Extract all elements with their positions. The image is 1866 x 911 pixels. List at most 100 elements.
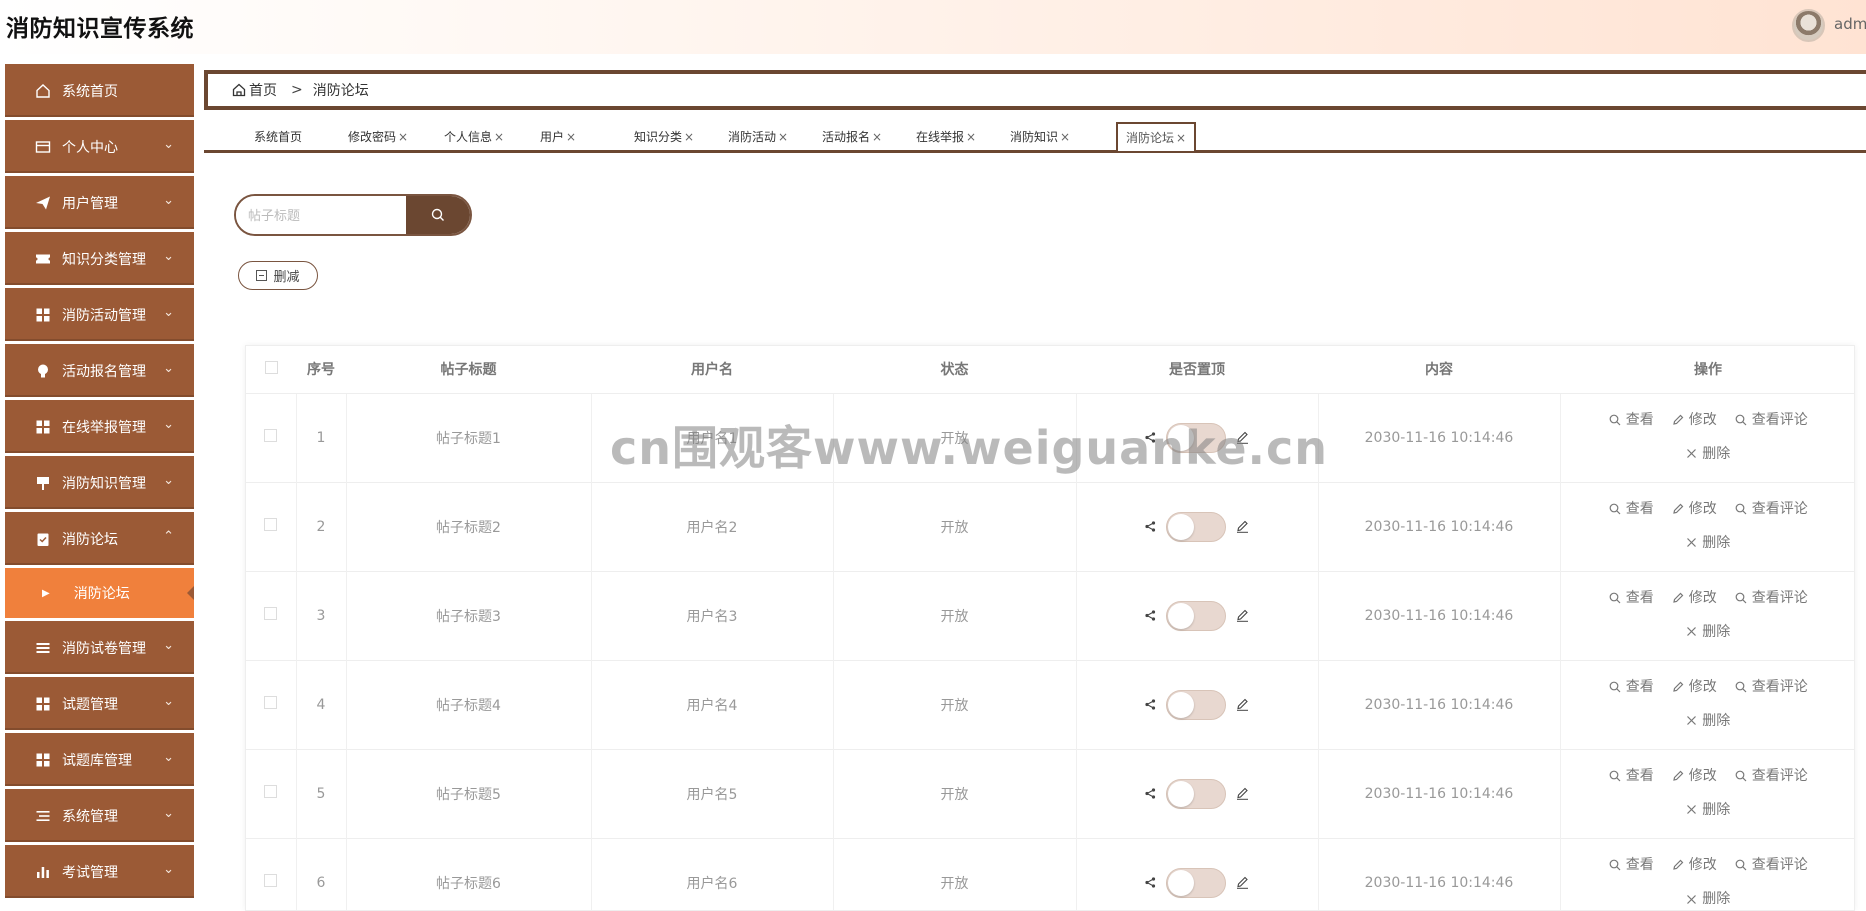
share-icon[interactable]: [1145, 877, 1156, 888]
delete-button[interactable]: 删除: [1686, 794, 1730, 826]
view-button[interactable]: 查看: [1609, 582, 1654, 614]
tab-3[interactable]: 用户 ×: [540, 122, 576, 151]
tab-4[interactable]: 知识分类 ×: [634, 122, 694, 151]
delete-button[interactable]: 删除: [1686, 883, 1730, 910]
sidebar-item-9[interactable]: 消防试卷管理 ⌄: [5, 621, 194, 674]
search-icon: [1609, 592, 1621, 604]
sidebar-item-12[interactable]: 系统管理 ⌄: [5, 789, 194, 842]
edit-icon[interactable]: [1236, 431, 1249, 444]
tab-8[interactable]: 消防知识 ×: [1010, 122, 1070, 151]
edit-button[interactable]: 修改: [1672, 760, 1717, 792]
tab-2[interactable]: 个人信息 ×: [444, 122, 504, 151]
username-label[interactable]: adm: [1834, 15, 1866, 33]
share-icon[interactable]: [1145, 432, 1156, 443]
edit-icon: [1672, 592, 1684, 603]
view-button[interactable]: 查看: [1609, 493, 1654, 525]
cell-title: 帖子标题4: [345, 659, 591, 749]
close-icon[interactable]: ×: [398, 130, 408, 144]
pinned-toggle[interactable]: [1166, 600, 1226, 631]
sidebar-item-8[interactable]: 消防论坛 ⌃: [5, 512, 194, 565]
cell-pinned: [1075, 748, 1318, 838]
view-button[interactable]: 查看: [1609, 671, 1654, 703]
view-comments-button[interactable]: 查看评论: [1735, 849, 1808, 881]
sidebar-item-2[interactable]: 用户管理 ⌄: [5, 176, 194, 229]
edit-button[interactable]: 修改: [1672, 404, 1717, 436]
row-checkbox[interactable]: [264, 518, 278, 531]
sidebar-item-1[interactable]: 个人中心 ⌄: [5, 120, 194, 173]
pinned-toggle[interactable]: [1166, 511, 1226, 542]
batch-delete-button[interactable]: 删减: [238, 261, 318, 290]
edit-button[interactable]: 修改: [1672, 582, 1717, 614]
pinned-toggle[interactable]: [1166, 422, 1226, 453]
sidebar-item-4[interactable]: 消防活动管理 ⌄: [5, 288, 194, 341]
list-icon: [34, 639, 52, 657]
cell-status: 开放: [832, 659, 1076, 749]
close-icon[interactable]: ×: [566, 130, 576, 144]
row-checkbox[interactable]: [264, 785, 278, 798]
row-checkbox[interactable]: [264, 429, 278, 442]
sidebar-item-3[interactable]: 知识分类管理 ⌄: [5, 232, 194, 285]
pinned-toggle[interactable]: [1166, 867, 1226, 898]
delete-button[interactable]: 删除: [1686, 527, 1730, 559]
edit-button[interactable]: 修改: [1672, 493, 1717, 525]
tab-9[interactable]: 消防论坛 ×: [1116, 122, 1197, 151]
view-comments-button[interactable]: 查看评论: [1735, 404, 1808, 436]
row-checkbox[interactable]: [264, 874, 278, 888]
sidebar-item-5[interactable]: 活动报名管理 ⌄: [5, 344, 194, 397]
edit-icon[interactable]: [1236, 698, 1249, 711]
edit-icon[interactable]: [1236, 520, 1249, 533]
edit-button[interactable]: 修改: [1672, 849, 1717, 881]
share-icon[interactable]: [1145, 788, 1156, 799]
search-input[interactable]: [236, 196, 406, 234]
tab-0[interactable]: 系统首页: [254, 122, 302, 151]
delete-button[interactable]: 删除: [1686, 438, 1730, 470]
edit-label: 修改: [1688, 411, 1717, 428]
close-icon[interactable]: ×: [966, 130, 976, 144]
view-button[interactable]: 查看: [1609, 404, 1654, 436]
share-icon[interactable]: [1145, 521, 1156, 532]
pinned-toggle[interactable]: [1166, 778, 1226, 809]
edit-label: 修改: [1688, 500, 1717, 517]
delete-button[interactable]: 删除: [1686, 705, 1730, 737]
delete-button[interactable]: 删除: [1686, 616, 1730, 648]
close-icon[interactable]: ×: [1060, 130, 1070, 144]
close-icon[interactable]: ×: [684, 130, 694, 144]
edit-button[interactable]: 修改: [1672, 671, 1717, 703]
tab-7[interactable]: 在线举报 ×: [916, 122, 976, 151]
sidebar-item-7[interactable]: 消防知识管理 ⌄: [5, 456, 194, 509]
table-header-row: 序号 帖子标题 用户名 状态 是否置顶 内容 操作: [246, 346, 1854, 393]
row-checkbox[interactable]: [264, 696, 278, 709]
row-checkbox[interactable]: [264, 607, 278, 620]
tab-6[interactable]: 活动报名 ×: [822, 122, 882, 151]
edit-icon[interactable]: [1236, 876, 1249, 890]
view-comments-button[interactable]: 查看评论: [1735, 582, 1808, 614]
edit-label: 修改: [1688, 857, 1717, 873]
tab-1[interactable]: 修改密码 ×: [348, 122, 408, 151]
cell-pinned: [1075, 392, 1318, 482]
sidebar-item-6[interactable]: 在线举报管理 ⌄: [5, 400, 194, 453]
close-icon[interactable]: ×: [1176, 131, 1186, 145]
view-button[interactable]: 查看: [1609, 760, 1654, 792]
sidebar-item-10[interactable]: 试题管理 ⌄: [5, 677, 194, 730]
view-comments-button[interactable]: 查看评论: [1735, 671, 1808, 703]
view-comments-button[interactable]: 查看评论: [1735, 493, 1808, 525]
breadcrumb-home[interactable]: 首页: [249, 80, 277, 100]
view-button[interactable]: 查看: [1609, 849, 1654, 881]
user-avatar[interactable]: [1792, 9, 1825, 42]
view-comments-button[interactable]: 查看评论: [1735, 760, 1808, 792]
search-button[interactable]: [406, 196, 470, 234]
edit-icon[interactable]: [1236, 609, 1249, 622]
share-icon[interactable]: [1145, 699, 1156, 710]
sidebar-subitem-forum[interactable]: ▶ 消防论坛: [5, 568, 194, 618]
sidebar-item-0[interactable]: 系统首页: [5, 64, 194, 117]
pinned-toggle[interactable]: [1166, 689, 1226, 720]
close-icon[interactable]: ×: [778, 130, 788, 144]
close-icon[interactable]: ×: [494, 130, 504, 144]
select-all-checkbox[interactable]: [264, 360, 278, 374]
tab-5[interactable]: 消防活动 ×: [728, 122, 788, 151]
sidebar-item-11[interactable]: 试题库管理 ⌄: [5, 733, 194, 786]
sidebar-item-13[interactable]: 考试管理 ⌄: [5, 845, 194, 898]
close-icon[interactable]: ×: [872, 130, 882, 144]
edit-icon[interactable]: [1236, 787, 1249, 800]
share-icon[interactable]: [1145, 610, 1156, 621]
